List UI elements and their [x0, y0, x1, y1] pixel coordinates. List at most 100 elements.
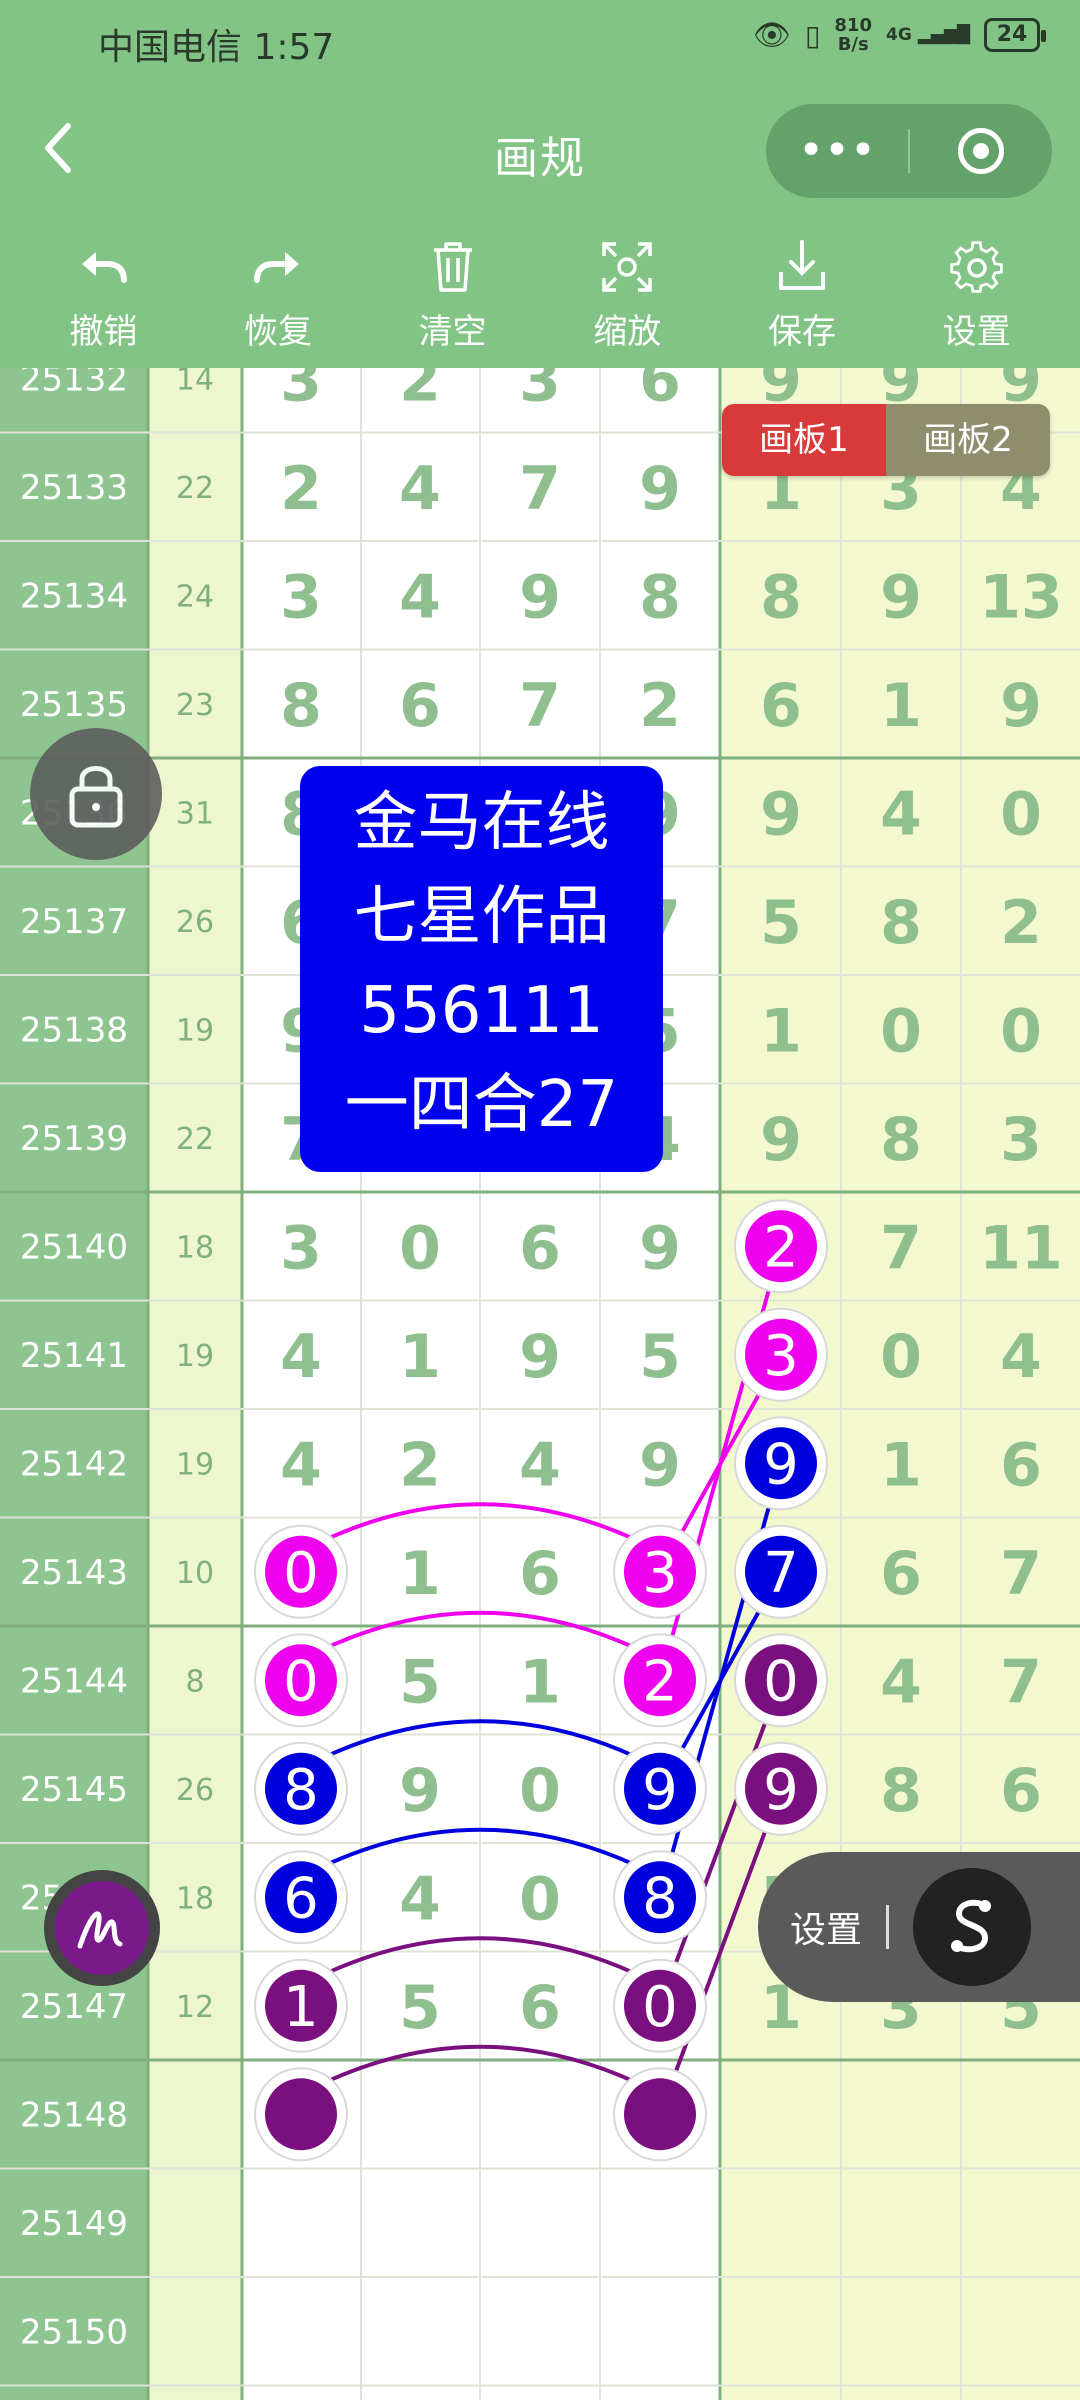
- cell-number[interactable]: 9: [639, 1213, 681, 1283]
- cell-number[interactable]: 0: [519, 1864, 561, 1934]
- cell-number[interactable]: 4: [399, 1864, 441, 1934]
- cell-number[interactable]: 3: [1000, 1105, 1042, 1175]
- cell-number[interactable]: 7: [1000, 1539, 1042, 1609]
- cell-number[interactable]: 3: [280, 1213, 322, 1283]
- cell-number[interactable]: 1: [880, 671, 922, 741]
- row-sum: 14: [176, 368, 214, 397]
- settings-button[interactable]: 设置: [902, 218, 1052, 368]
- row-sum: 10: [176, 1556, 214, 1591]
- float-settings-label[interactable]: 设置: [790, 1901, 862, 1953]
- cell-number[interactable]: 1: [399, 1322, 441, 1392]
- cell-number[interactable]: 0: [519, 1756, 561, 1826]
- number-grid[interactable]: 25132 14 3 2 3 6 9 9 925133 22 2 4 7 9 1 3 425134 24 3 4 9 8 8…: [0, 368, 1080, 2400]
- cell-number[interactable]: 9: [880, 562, 922, 632]
- cell-number[interactable]: 4: [880, 1647, 922, 1717]
- cell-number[interactable]: 8: [880, 1105, 922, 1175]
- save-button[interactable]: 保存: [727, 218, 877, 368]
- drawing-board[interactable]: 25132 14 3 2 3 6 9 9 9 25133 22 2 4 7 9 1 3 4 25134 24 3 4 9 8 8…: [0, 368, 1080, 2400]
- cell-number[interactable]: 3: [280, 368, 322, 415]
- cell-number[interactable]: 9: [760, 779, 802, 849]
- mark-number: 8: [642, 1866, 678, 1931]
- cell-number[interactable]: 3: [519, 368, 561, 415]
- cell-number[interactable]: 8: [280, 671, 322, 741]
- cell-number[interactable]: 0: [880, 1322, 922, 1392]
- cell-number[interactable]: 9: [639, 454, 681, 524]
- more-dots-icon[interactable]: •••: [766, 129, 908, 173]
- row-id: 25149: [20, 2204, 128, 2244]
- s-draw-button[interactable]: [913, 1868, 1032, 1986]
- row-sum: 19: [176, 1447, 214, 1482]
- mark-number: 0: [642, 1975, 678, 2040]
- cell-number[interactable]: 4: [399, 562, 441, 632]
- cell-number[interactable]: 5: [399, 1973, 441, 2043]
- cell-number[interactable]: 6: [519, 1973, 561, 2043]
- cell-number[interactable]: 9: [1000, 671, 1042, 741]
- cell-number[interactable]: 4: [880, 779, 922, 849]
- cell-number[interactable]: 8: [639, 562, 681, 632]
- cell-number[interactable]: 13: [979, 562, 1063, 632]
- cell-number[interactable]: 8: [760, 562, 802, 632]
- watermark-box: 金马在线 七星作品 556111 一四合27: [300, 766, 663, 1172]
- cell-number[interactable]: 4: [519, 1430, 561, 1500]
- cell-number[interactable]: 4: [280, 1430, 322, 1500]
- cell-number[interactable]: 6: [639, 368, 681, 415]
- mark-number: 0: [763, 1649, 799, 1714]
- cell-number[interactable]: 2: [1000, 888, 1042, 958]
- cell-number[interactable]: 7: [519, 454, 561, 524]
- cell-number[interactable]: 6: [519, 1539, 561, 1609]
- cell-number[interactable]: 2: [639, 671, 681, 741]
- cell-number[interactable]: 4: [280, 1322, 322, 1392]
- cell-number[interactable]: 2: [399, 368, 441, 415]
- cell-number[interactable]: 6: [519, 1213, 561, 1283]
- cell-number[interactable]: 7: [880, 1213, 922, 1283]
- vibrate-icon: ▯: [804, 18, 821, 52]
- cell-number[interactable]: 5: [399, 1647, 441, 1717]
- mark-number: 8: [283, 1758, 319, 1823]
- redo-button[interactable]: 恢复: [203, 218, 353, 368]
- mark-circle[interactable]: [624, 2078, 696, 2151]
- cell-number[interactable]: 6: [1000, 1430, 1042, 1500]
- zoom-button[interactable]: 缩放: [552, 218, 702, 368]
- cell-number[interactable]: 0: [1000, 779, 1042, 849]
- cell-number[interactable]: 9: [519, 562, 561, 632]
- undo-icon: [82, 252, 128, 283]
- target-icon[interactable]: [910, 128, 1052, 174]
- cell-number[interactable]: 7: [1000, 1647, 1042, 1717]
- cell-number[interactable]: 6: [760, 671, 802, 741]
- cell-number[interactable]: 6: [399, 671, 441, 741]
- cell-number[interactable]: 6: [880, 1539, 922, 1609]
- cell-number[interactable]: 3: [280, 562, 322, 632]
- undo-button[interactable]: 撤销: [28, 218, 178, 368]
- lock-button[interactable]: [30, 728, 162, 860]
- row-sum: 18: [176, 1230, 214, 1265]
- cell-number[interactable]: 9: [519, 1322, 561, 1392]
- cell-number[interactable]: 5: [760, 888, 802, 958]
- cell-number[interactable]: 1: [399, 1539, 441, 1609]
- cell-number[interactable]: 1: [760, 996, 802, 1066]
- cell-number[interactable]: 2: [399, 1430, 441, 1500]
- cell-number[interactable]: 1: [880, 1430, 922, 1500]
- cell-number[interactable]: 2: [280, 454, 322, 524]
- cell-number[interactable]: 1: [519, 1647, 561, 1717]
- cell-number[interactable]: 0: [1000, 996, 1042, 1066]
- cell-number[interactable]: 9: [639, 1430, 681, 1500]
- floating-settings-pill: 设置: [758, 1852, 1080, 2002]
- cell-number[interactable]: 0: [399, 1213, 441, 1283]
- cell-number[interactable]: 7: [519, 671, 561, 741]
- overlay-line-3: 556111: [359, 974, 604, 1048]
- tab-board-2[interactable]: 画板2: [886, 404, 1050, 476]
- cell-number[interactable]: 5: [639, 1322, 681, 1392]
- mark-circle[interactable]: [265, 2078, 337, 2151]
- cell-number[interactable]: 9: [399, 1756, 441, 1826]
- pen-button[interactable]: [44, 1870, 160, 1986]
- cell-number[interactable]: 11: [979, 1213, 1063, 1283]
- cell-number[interactable]: 0: [880, 996, 922, 1066]
- cell-number[interactable]: 9: [760, 1105, 802, 1175]
- cell-number[interactable]: 8: [880, 888, 922, 958]
- tab-board-1[interactable]: 画板1: [722, 404, 886, 476]
- cell-number[interactable]: 8: [880, 1756, 922, 1826]
- clear-button[interactable]: 清空: [378, 218, 528, 368]
- cell-number[interactable]: 6: [1000, 1756, 1042, 1826]
- cell-number[interactable]: 4: [1000, 1322, 1042, 1392]
- cell-number[interactable]: 4: [399, 454, 441, 524]
